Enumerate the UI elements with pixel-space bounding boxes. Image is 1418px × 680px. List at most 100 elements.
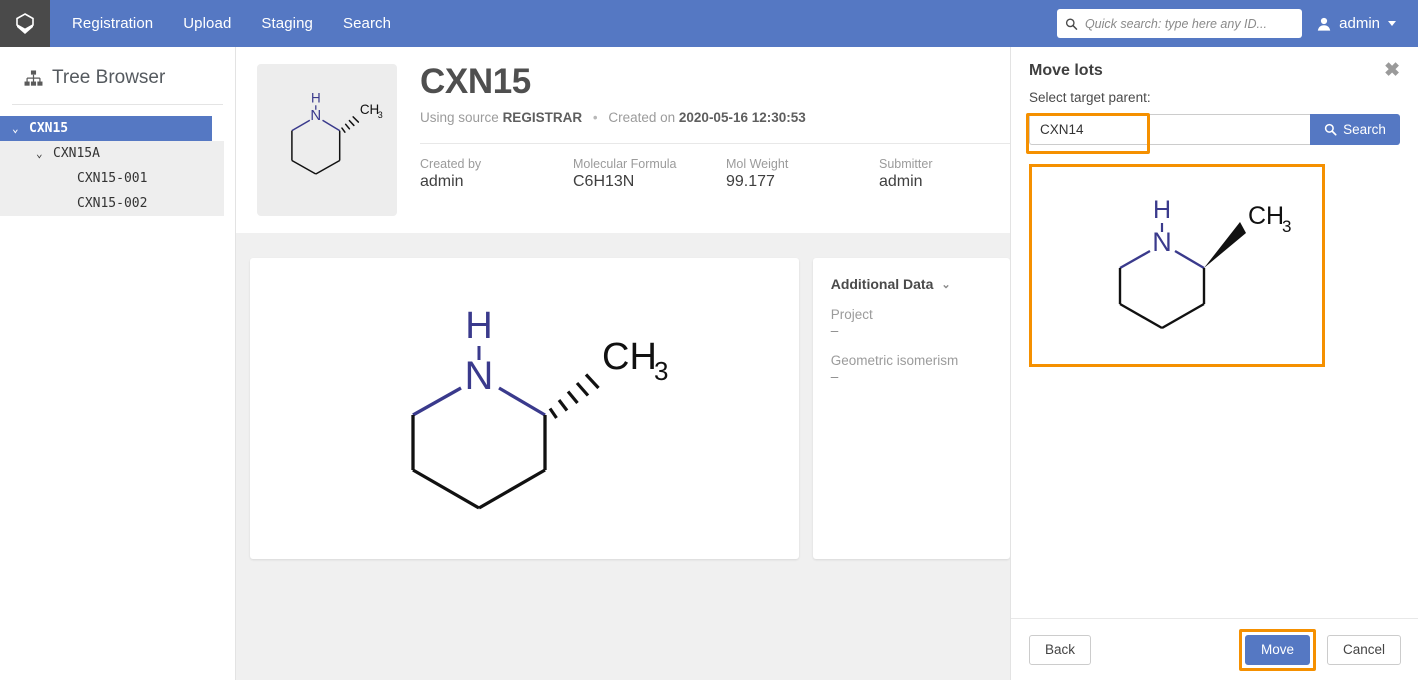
meta-value: admin: [879, 173, 1010, 191]
tree-browser-title: Tree Browser: [0, 47, 235, 89]
structure-card[interactable]: H N CH: [250, 258, 799, 559]
tree-item-label: CXN15-002: [77, 196, 147, 211]
tree-item-label: CXN15A: [53, 146, 100, 161]
tree-item-label: CXN15: [29, 121, 68, 136]
chevron-down-icon[interactable]: ⌄: [36, 148, 47, 159]
created-prefix: Created on: [608, 110, 675, 125]
meta-label: Mol Weight: [726, 157, 879, 171]
meta-value: C6H13N: [573, 173, 726, 191]
svg-text:N: N: [465, 354, 494, 398]
move-button-highlight: Move: [1239, 629, 1316, 671]
quick-search-box[interactable]: [1057, 9, 1302, 38]
field-label: Project: [831, 307, 1010, 322]
field-value: –: [831, 369, 1010, 384]
panel-header: Move lots ✖: [1011, 47, 1418, 80]
search-icon: [1324, 123, 1337, 136]
tree-item-cxn15[interactable]: ⌄ CXN15: [0, 116, 212, 141]
molecule-structure-icon: H N CH: [309, 276, 739, 541]
nav-link-search[interactable]: Search: [343, 15, 391, 32]
select-target-parent-label: Select target parent:: [1011, 80, 1418, 105]
additional-data-header[interactable]: Additional Data ⌄: [831, 276, 1010, 292]
user-icon: [1316, 16, 1332, 32]
quick-search-input[interactable]: [1085, 9, 1294, 38]
additional-field-geometric-isomerism: Geometric isomerism –: [831, 353, 1010, 384]
tree-item-cxn15-001[interactable]: CXN15-001: [0, 166, 224, 191]
svg-text:H: H: [466, 305, 493, 347]
result-molecule-icon: H N CH 3: [1052, 176, 1302, 356]
cancel-button[interactable]: Cancel: [1327, 635, 1401, 665]
svg-text:3: 3: [1282, 217, 1291, 236]
svg-text:CH: CH: [602, 336, 657, 378]
content-row: H N CH: [236, 233, 1010, 559]
meta-label: Molecular Formula: [573, 157, 726, 171]
navbar-right: admin: [1057, 9, 1418, 38]
meta-label: Submitter: [879, 157, 1010, 171]
panel-footer: Back Move Cancel: [1011, 618, 1418, 680]
move-button[interactable]: Move: [1245, 635, 1310, 665]
meta-mol-weight: Mol Weight 99.177: [726, 157, 879, 191]
panel-title: Move lots: [1029, 62, 1103, 80]
molecule-thumbnail-icon: H N CH 3: [271, 78, 383, 202]
user-menu-label: admin: [1339, 15, 1380, 32]
search-button[interactable]: Search: [1310, 114, 1400, 145]
chevron-down-icon[interactable]: ⌄: [12, 123, 23, 134]
top-navbar: Registration Upload Staging Search admin: [0, 0, 1418, 47]
search-icon: [1065, 17, 1078, 31]
sidebar-divider: [12, 104, 223, 105]
search-button-label: Search: [1343, 122, 1386, 137]
page-title: CXN15: [420, 64, 1010, 101]
tree-item-cxn15-002[interactable]: CXN15-002: [0, 191, 224, 216]
tree-browser-label: Tree Browser: [52, 67, 165, 89]
svg-text:3: 3: [654, 356, 668, 386]
additional-data-title: Additional Data: [831, 276, 934, 292]
entity-detail-info: CXN15 Using source REGISTRAR • Created o…: [397, 64, 1010, 233]
additional-data-card: Additional Data ⌄ Project – Geometric is…: [813, 258, 1010, 559]
footer-actions: Move Cancel: [1239, 629, 1401, 671]
svg-text:N: N: [310, 107, 321, 124]
source-prefix: Using source: [420, 110, 499, 125]
target-parent-input[interactable]: [1029, 114, 1310, 145]
svg-text:3: 3: [378, 110, 383, 120]
main-content: H N CH 3: [236, 47, 1010, 680]
nav-links: Registration Upload Staging Search: [72, 15, 391, 32]
meta-created-by: Created by admin: [420, 157, 573, 191]
entity-detail-card: H N CH 3: [236, 47, 1010, 233]
app-logo[interactable]: [0, 0, 50, 47]
meta-molecular-formula: Molecular Formula C6H13N: [573, 157, 726, 191]
meta-row: Created by admin Molecular Formula C6H13…: [420, 157, 1010, 191]
sidebar: Tree Browser ⌄ CXN15 ⌄ CXN15A CXN15-001 …: [0, 47, 236, 680]
hexagon-box-logo-icon: [11, 10, 39, 38]
created-value: 2020-05-16 12:30:53: [679, 110, 806, 125]
chevron-down-icon[interactable]: ⌄: [941, 278, 950, 291]
application-root: Registration Upload Staging Search admin: [0, 0, 1418, 680]
svg-text:CH: CH: [1248, 202, 1284, 230]
tree-item-cxn15a[interactable]: ⌄ CXN15A: [0, 141, 224, 166]
nav-link-staging[interactable]: Staging: [261, 15, 313, 32]
field-value: –: [831, 323, 1010, 338]
user-menu[interactable]: admin: [1316, 15, 1396, 32]
sitemap-icon: [24, 70, 43, 87]
svg-text:CH: CH: [360, 102, 379, 117]
back-button[interactable]: Back: [1029, 635, 1091, 665]
close-icon[interactable]: ✖: [1384, 62, 1400, 79]
subtitle-separator: •: [586, 110, 605, 125]
svg-text:H: H: [311, 90, 321, 105]
entity-subtitle: Using source REGISTRAR • Created on 2020…: [420, 110, 1010, 125]
field-label: Geometric isomerism: [831, 353, 1010, 368]
nav-link-registration[interactable]: Registration: [72, 15, 153, 32]
move-lots-panel: Move lots ✖ Select target parent: Search…: [1010, 47, 1418, 680]
svg-text:H: H: [1153, 196, 1171, 224]
nav-link-upload[interactable]: Upload: [183, 15, 231, 32]
meta-label: Created by: [420, 157, 573, 171]
search-result-structure[interactable]: H N CH 3: [1029, 164, 1325, 367]
meta-submitter: Submitter admin: [879, 157, 1010, 191]
chevron-down-icon: [1388, 21, 1396, 26]
meta-value: 99.177: [726, 173, 879, 191]
structure-thumbnail[interactable]: H N CH 3: [257, 64, 397, 216]
tree-list: ⌄ CXN15 ⌄ CXN15A CXN15-001 CXN15-002: [0, 116, 235, 216]
meta-divider: [420, 143, 1010, 144]
additional-field-project: Project –: [831, 307, 1010, 338]
meta-value: admin: [420, 173, 573, 191]
tree-item-label: CXN15-001: [77, 171, 147, 186]
source-value: REGISTRAR: [503, 110, 583, 125]
